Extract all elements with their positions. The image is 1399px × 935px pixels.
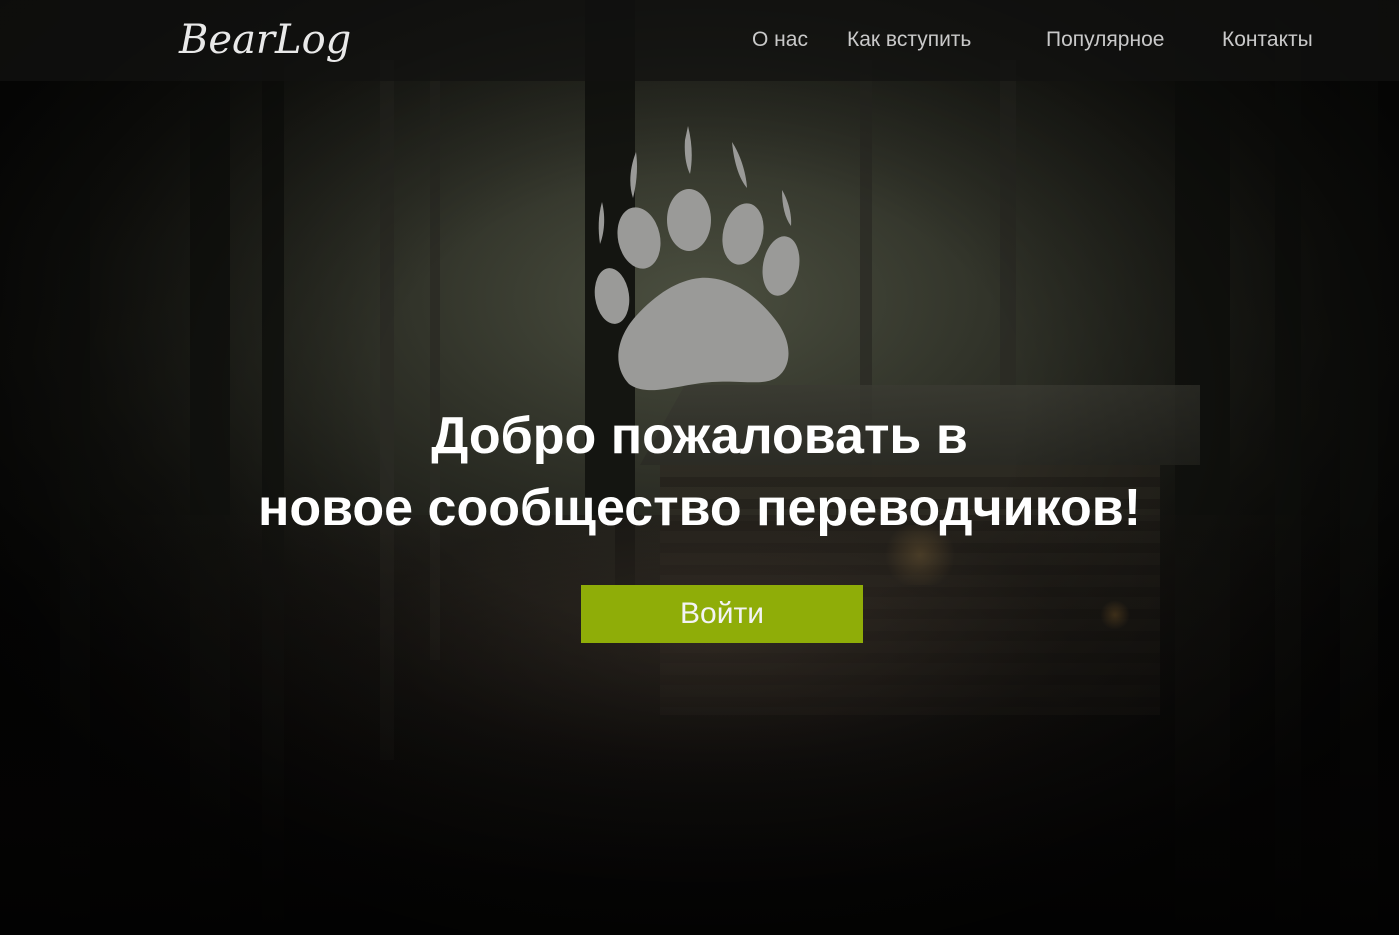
hero-headline-line2: новое сообщество переводчиков! <box>257 479 1142 537</box>
bear-paw-icon <box>594 126 800 391</box>
top-navbar: BearLog О нас Как вступить Популярное Ко… <box>0 0 1399 81</box>
login-button[interactable]: Войти <box>581 585 863 643</box>
main-nav: О нас Как вступить Популярное Контакты <box>0 0 1399 81</box>
hero-headline-line1: Добро пожаловать в <box>431 407 968 465</box>
nav-link-about[interactable]: О нас <box>752 26 808 54</box>
hero-headline: Добро пожаловать в новое сообщество пере… <box>0 400 1399 544</box>
nav-link-contacts[interactable]: Контакты <box>1222 26 1313 54</box>
nav-link-how-to-join[interactable]: Как вступить <box>847 26 971 54</box>
landing-page: BearLog О нас Как вступить Популярное Ко… <box>0 0 1399 935</box>
nav-link-popular[interactable]: Популярное <box>1046 26 1164 54</box>
